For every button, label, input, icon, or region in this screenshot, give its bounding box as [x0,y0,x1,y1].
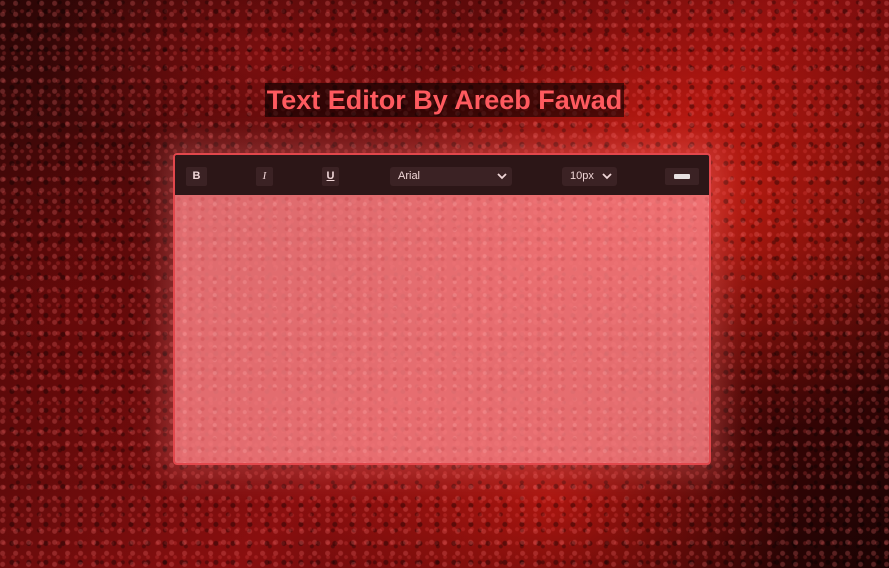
italic-button[interactable]: I [256,167,273,186]
editor-toolbar: B I U Arial 10px [175,155,709,195]
page-title-text: Text Editor By Areeb Fawad [264,83,625,117]
font-size-value: 10px [570,170,594,182]
page-title: Text Editor By Areeb Fawad [0,80,889,117]
color-swatch [674,174,690,179]
bold-button[interactable]: B [186,167,207,186]
editor-textarea[interactable] [175,195,709,463]
text-color-picker[interactable] [665,168,699,185]
chevron-down-icon [602,173,612,180]
font-size-select[interactable]: 10px [562,167,617,186]
font-family-value: Arial [398,170,421,182]
font-family-select[interactable]: Arial [390,167,512,186]
chevron-down-icon [497,173,507,180]
underline-button[interactable]: U [322,167,339,186]
text-editor: B I U Arial 10px [173,153,711,465]
